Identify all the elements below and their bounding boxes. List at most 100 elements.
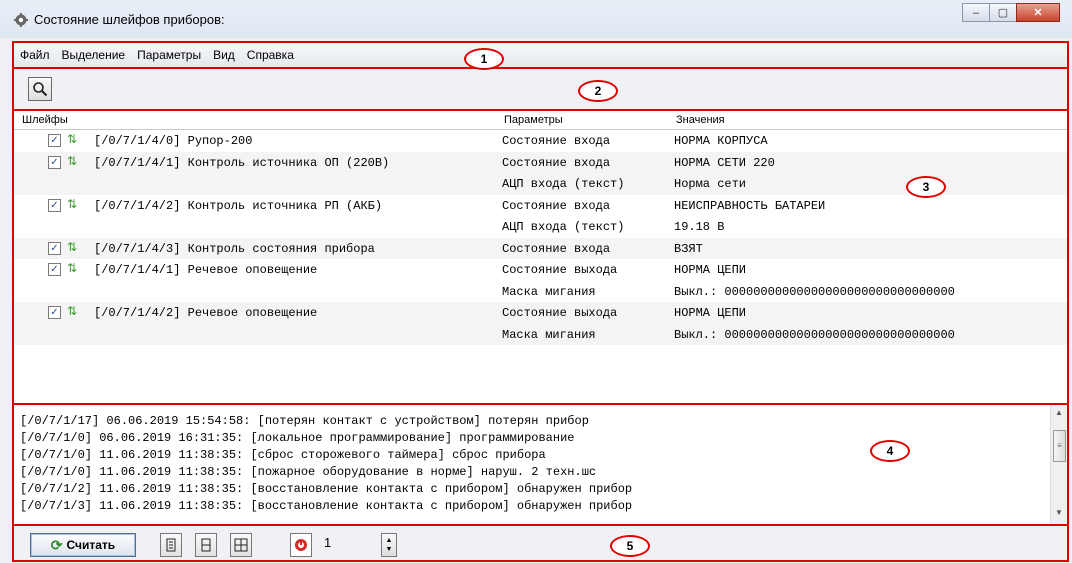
single-column-button[interactable] xyxy=(160,533,182,557)
param-value: НЕИСПРАВНОСТЬ БАТАРЕИ xyxy=(674,198,826,213)
loop-name: [/0/7/1/4/3] Контроль состояния прибора xyxy=(94,241,375,256)
table-row[interactable]: ✓ ⇅ [/0/7/1/4/1] Контроль источника ОП (… xyxy=(14,151,1067,173)
close-button[interactable]: ✕ xyxy=(1016,3,1060,22)
search-button[interactable] xyxy=(28,77,52,101)
log-scrollbar[interactable]: ▲ ≡ ▼ xyxy=(1050,406,1067,524)
param-value: Выкл.: 00000000000000000000000000000000 xyxy=(674,284,955,299)
param-name: Маска мигания xyxy=(502,284,596,299)
header-values[interactable]: Значения xyxy=(676,114,725,126)
menu-parameters[interactable]: Параметры xyxy=(131,48,207,62)
toolbar xyxy=(14,69,1067,109)
param-name: Состояние входа xyxy=(502,155,611,170)
param-name: Состояние выхода xyxy=(502,306,618,320)
grid-view-button[interactable] xyxy=(230,533,252,557)
row-checkbox[interactable]: ✓ xyxy=(48,155,61,169)
spin-down-icon[interactable]: ▼ xyxy=(386,545,393,554)
interval-spinner[interactable]: ▲ ▼ xyxy=(381,533,397,557)
log-line: [/0/7/1/3] 11.06.2019 11:38:35: [восстан… xyxy=(20,499,633,513)
param-name: Состояние выхода xyxy=(502,263,618,277)
log-line: [/0/7/1/0] 06.06.2019 16:31:35: [локальн… xyxy=(20,431,575,445)
log-line: [/0/7/1/17] 06.06.2019 15:54:58: [потеря… xyxy=(20,414,589,428)
param-value: Выкл.: 00000000000000000000000000000000 xyxy=(674,327,955,342)
loop-name: [/0/7/1/4/1] Контроль источника ОП (220В… xyxy=(94,155,390,170)
table-row[interactable]: ✓ ⇅ [/0/7/1/4/1] Речевое оповещение Сост… xyxy=(14,259,1067,281)
param-value: НОРМА ЦЕПИ xyxy=(674,263,747,277)
table-row[interactable]: АЦП входа (текст) 19.18 В xyxy=(14,216,1067,238)
auto-refresh-button[interactable] xyxy=(290,533,312,557)
param-value: НОРМА СЕТИ 220 xyxy=(674,155,775,170)
split-rows-button[interactable] xyxy=(195,533,217,557)
refresh-icon: ⇅ xyxy=(67,261,78,275)
interval-value[interactable]: 1 xyxy=(324,535,331,550)
callout-5: 5 xyxy=(610,535,650,557)
callout-3: 3 xyxy=(906,176,946,198)
grid-icon xyxy=(234,538,248,552)
table-row[interactable]: ✓ ⇅ [/0/7/1/4/2] Речевое оповещение Сост… xyxy=(14,302,1067,324)
row-checkbox[interactable]: ✓ xyxy=(48,263,61,276)
read-button-label: Считать xyxy=(66,538,116,552)
row-checkbox[interactable]: ✓ xyxy=(48,241,61,255)
param-value: 19.18 В xyxy=(674,220,725,234)
header-params[interactable]: Параметры xyxy=(504,114,563,126)
event-log[interactable]: [/0/7/1/17] 06.06.2019 15:54:58: [потеря… xyxy=(14,406,1067,524)
single-column-icon xyxy=(166,538,176,552)
callout-4: 4 xyxy=(870,440,910,462)
table-row[interactable]: ✓ ⇅ [/0/7/1/4/3] Контроль состояния приб… xyxy=(14,237,1067,259)
param-value: Норма сети xyxy=(674,177,747,191)
menu-selection[interactable]: Выделение xyxy=(56,48,132,62)
refresh-icon: ⇅ xyxy=(67,132,78,146)
callout-1: 1 xyxy=(464,48,504,70)
title-bar[interactable]: Состояние шлейфов приборов: – ▢ ✕ xyxy=(0,0,1072,38)
bottom-toolbar: ⟳ Считать 1 ▲ ▼ xyxy=(14,527,1067,561)
log-line: [/0/7/1/2] 11.06.2019 11:38:35: [восстан… xyxy=(20,482,633,496)
read-button[interactable]: ⟳ Считать xyxy=(30,533,136,557)
row-checkbox[interactable]: ✓ xyxy=(48,198,61,212)
table-row[interactable]: ✓ ⇅ [/0/7/1/4/0] Рупор-200 Состояние вхо… xyxy=(14,130,1067,152)
menu-bar: Файл Выделение Параметры Вид Справка xyxy=(14,43,1067,67)
refresh-icon: ⇅ xyxy=(67,153,78,168)
param-value: НОРМА КОРПУСА xyxy=(674,134,768,148)
refresh-icon: ⇅ xyxy=(67,196,78,211)
param-name: Состояние входа xyxy=(502,198,611,213)
app-window: Состояние шлейфов приборов: – ▢ ✕ Файл В… xyxy=(0,0,1072,563)
refresh-icon: ⟳ xyxy=(50,536,63,553)
loop-name: [/0/7/1/4/1] Речевое оповещение xyxy=(94,263,318,277)
maximize-button[interactable]: ▢ xyxy=(989,3,1017,22)
table-header: Шлейфы Параметры Значения xyxy=(14,111,1067,130)
table-row[interactable]: Маска мигания Выкл.: 0000000000000000000… xyxy=(14,281,1067,303)
menu-view[interactable]: Вид xyxy=(207,48,241,62)
spin-up-icon[interactable]: ▲ xyxy=(386,536,393,545)
row-checkbox[interactable]: ✓ xyxy=(48,134,61,147)
loop-name: [/0/7/1/4/0] Рупор-200 xyxy=(94,134,253,148)
param-name: АЦП входа (текст) xyxy=(502,220,625,234)
loop-name: [/0/7/1/4/2] Контроль источника РП (АКБ) xyxy=(94,198,383,213)
split-rows-icon xyxy=(201,538,211,552)
table-row[interactable]: ✓ ⇅ [/0/7/1/4/2] Контроль источника РП (… xyxy=(14,195,1067,217)
refresh-icon: ⇅ xyxy=(67,304,78,318)
gear-icon xyxy=(14,13,28,27)
table-row[interactable]: Маска мигания Выкл.: 0000000000000000000… xyxy=(14,323,1067,345)
loop-name: [/0/7/1/4/2] Речевое оповещение xyxy=(94,306,318,320)
window-title: Состояние шлейфов приборов: xyxy=(34,12,225,27)
param-name: Маска мигания xyxy=(502,327,596,342)
menu-file[interactable]: Файл xyxy=(14,48,56,62)
scroll-thumb[interactable]: ≡ xyxy=(1053,430,1066,462)
param-value: ВЗЯТ xyxy=(674,241,703,256)
log-line: [/0/7/1/0] 11.06.2019 11:38:35: [сброс с… xyxy=(20,448,546,462)
minimize-button[interactable]: – xyxy=(962,3,990,22)
param-name: АЦП входа (текст) xyxy=(502,177,625,191)
param-name: Состояние входа xyxy=(502,134,611,148)
log-line: [/0/7/1/0] 11.06.2019 11:38:35: [пожарно… xyxy=(20,465,597,479)
row-checkbox[interactable]: ✓ xyxy=(48,306,61,319)
param-name: Состояние входа xyxy=(502,241,611,256)
search-icon xyxy=(33,82,48,97)
callout-2: 2 xyxy=(578,80,618,102)
scroll-up-icon[interactable]: ▲ xyxy=(1051,408,1067,422)
loops-table: Шлейфы Параметры Значения ✓ ⇅ [/0/7/1/4/… xyxy=(14,111,1067,403)
header-loops[interactable]: Шлейфы xyxy=(22,114,68,126)
refresh-icon: ⇅ xyxy=(67,239,78,254)
timer-icon xyxy=(295,539,307,551)
param-value: НОРМА ЦЕПИ xyxy=(674,306,747,320)
menu-help[interactable]: Справка xyxy=(241,48,300,62)
scroll-down-icon[interactable]: ▼ xyxy=(1051,508,1067,522)
